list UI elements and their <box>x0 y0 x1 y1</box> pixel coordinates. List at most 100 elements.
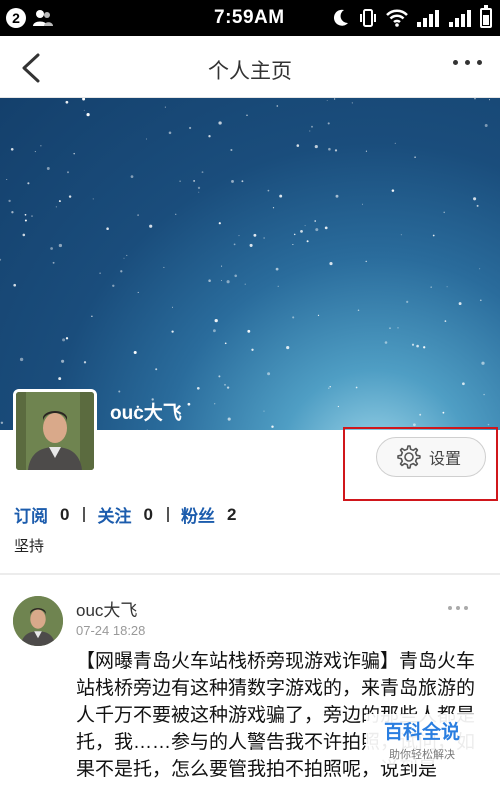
star <box>145 138 148 140</box>
star <box>484 124 488 127</box>
section-divider <box>0 573 500 575</box>
star <box>473 197 477 201</box>
stat-followers-label[interactable]: 粉丝 <box>181 502 215 527</box>
star <box>189 126 192 130</box>
star <box>130 175 134 178</box>
star <box>233 243 236 246</box>
settings-button[interactable]: 设置 <box>376 437 486 477</box>
star <box>179 180 181 182</box>
star <box>335 194 339 198</box>
star <box>263 237 265 239</box>
moon-icon <box>333 9 348 26</box>
profile-banner <box>0 98 500 430</box>
avatar[interactable] <box>13 389 97 473</box>
star <box>384 341 388 344</box>
star <box>193 180 195 182</box>
star <box>462 382 465 386</box>
star <box>315 228 319 232</box>
star <box>309 130 311 132</box>
star <box>198 191 200 193</box>
stat-divider <box>83 507 86 522</box>
star <box>365 260 367 263</box>
star <box>414 156 416 159</box>
post-avatar-image <box>13 596 63 646</box>
post-more-icon[interactable] <box>448 606 468 610</box>
star <box>118 390 121 393</box>
star <box>326 100 328 102</box>
stat-subscribe-value[interactable]: 0 <box>60 505 69 525</box>
settings-label: 设置 <box>429 451 462 468</box>
star <box>52 261 55 264</box>
status-bar: 2 7:59AM <box>0 0 500 36</box>
star <box>329 386 331 388</box>
star <box>357 309 360 311</box>
star <box>175 213 177 215</box>
star <box>221 279 223 281</box>
star <box>0 421 4 425</box>
star <box>279 194 283 198</box>
profile-bio: 坚持 <box>14 538 45 555</box>
star <box>137 214 139 216</box>
more-dots-icon[interactable] <box>453 60 482 65</box>
stat-subscribe-label[interactable]: 订阅 <box>14 502 48 527</box>
star <box>82 98 86 101</box>
star <box>328 147 331 151</box>
nav-bar: 个人主页 <box>0 36 500 98</box>
star <box>397 327 399 329</box>
star <box>317 314 320 317</box>
star <box>488 99 491 101</box>
star <box>244 283 246 285</box>
stat-followers-value[interactable]: 2 <box>227 505 236 525</box>
star <box>155 368 158 371</box>
stat-following-value[interactable]: 0 <box>143 505 152 525</box>
star <box>65 100 69 104</box>
star <box>272 207 275 209</box>
star <box>446 286 448 288</box>
post-avatar[interactable] <box>13 596 63 646</box>
star <box>83 361 87 364</box>
star <box>19 357 24 362</box>
battery-icon <box>480 5 492 28</box>
star <box>394 142 396 145</box>
star <box>479 268 481 270</box>
star <box>391 189 395 192</box>
star <box>355 386 358 389</box>
star <box>58 200 61 203</box>
star <box>201 171 204 174</box>
star <box>67 171 69 174</box>
star <box>416 344 419 348</box>
star <box>333 98 336 100</box>
profile-stats: 订阅 0 关注 0 粉丝 2 <box>14 502 236 527</box>
star <box>196 386 200 390</box>
star <box>430 286 432 288</box>
star <box>306 240 309 243</box>
post-author[interactable]: ouc大飞 <box>76 596 137 621</box>
star <box>221 265 223 267</box>
star <box>271 425 274 428</box>
star <box>86 112 90 117</box>
star <box>458 302 462 306</box>
star <box>213 329 216 333</box>
star <box>337 405 340 408</box>
stat-divider <box>166 507 169 522</box>
stat-following-label[interactable]: 关注 <box>97 502 131 527</box>
star <box>55 206 57 208</box>
watermark: 百科全说 助你轻松解决 <box>366 714 478 764</box>
star <box>314 220 316 222</box>
star <box>234 274 237 278</box>
star <box>241 180 244 183</box>
star <box>292 243 294 246</box>
star <box>146 429 148 430</box>
star <box>443 211 445 214</box>
star <box>474 98 476 100</box>
star <box>253 233 257 237</box>
star <box>251 348 254 351</box>
watermark-subtitle: 助你轻松解决 <box>389 749 455 761</box>
star <box>214 403 216 405</box>
star <box>22 233 26 237</box>
star <box>187 402 191 406</box>
star <box>218 375 221 378</box>
star <box>361 203 363 205</box>
star <box>224 342 227 345</box>
star <box>126 254 128 256</box>
